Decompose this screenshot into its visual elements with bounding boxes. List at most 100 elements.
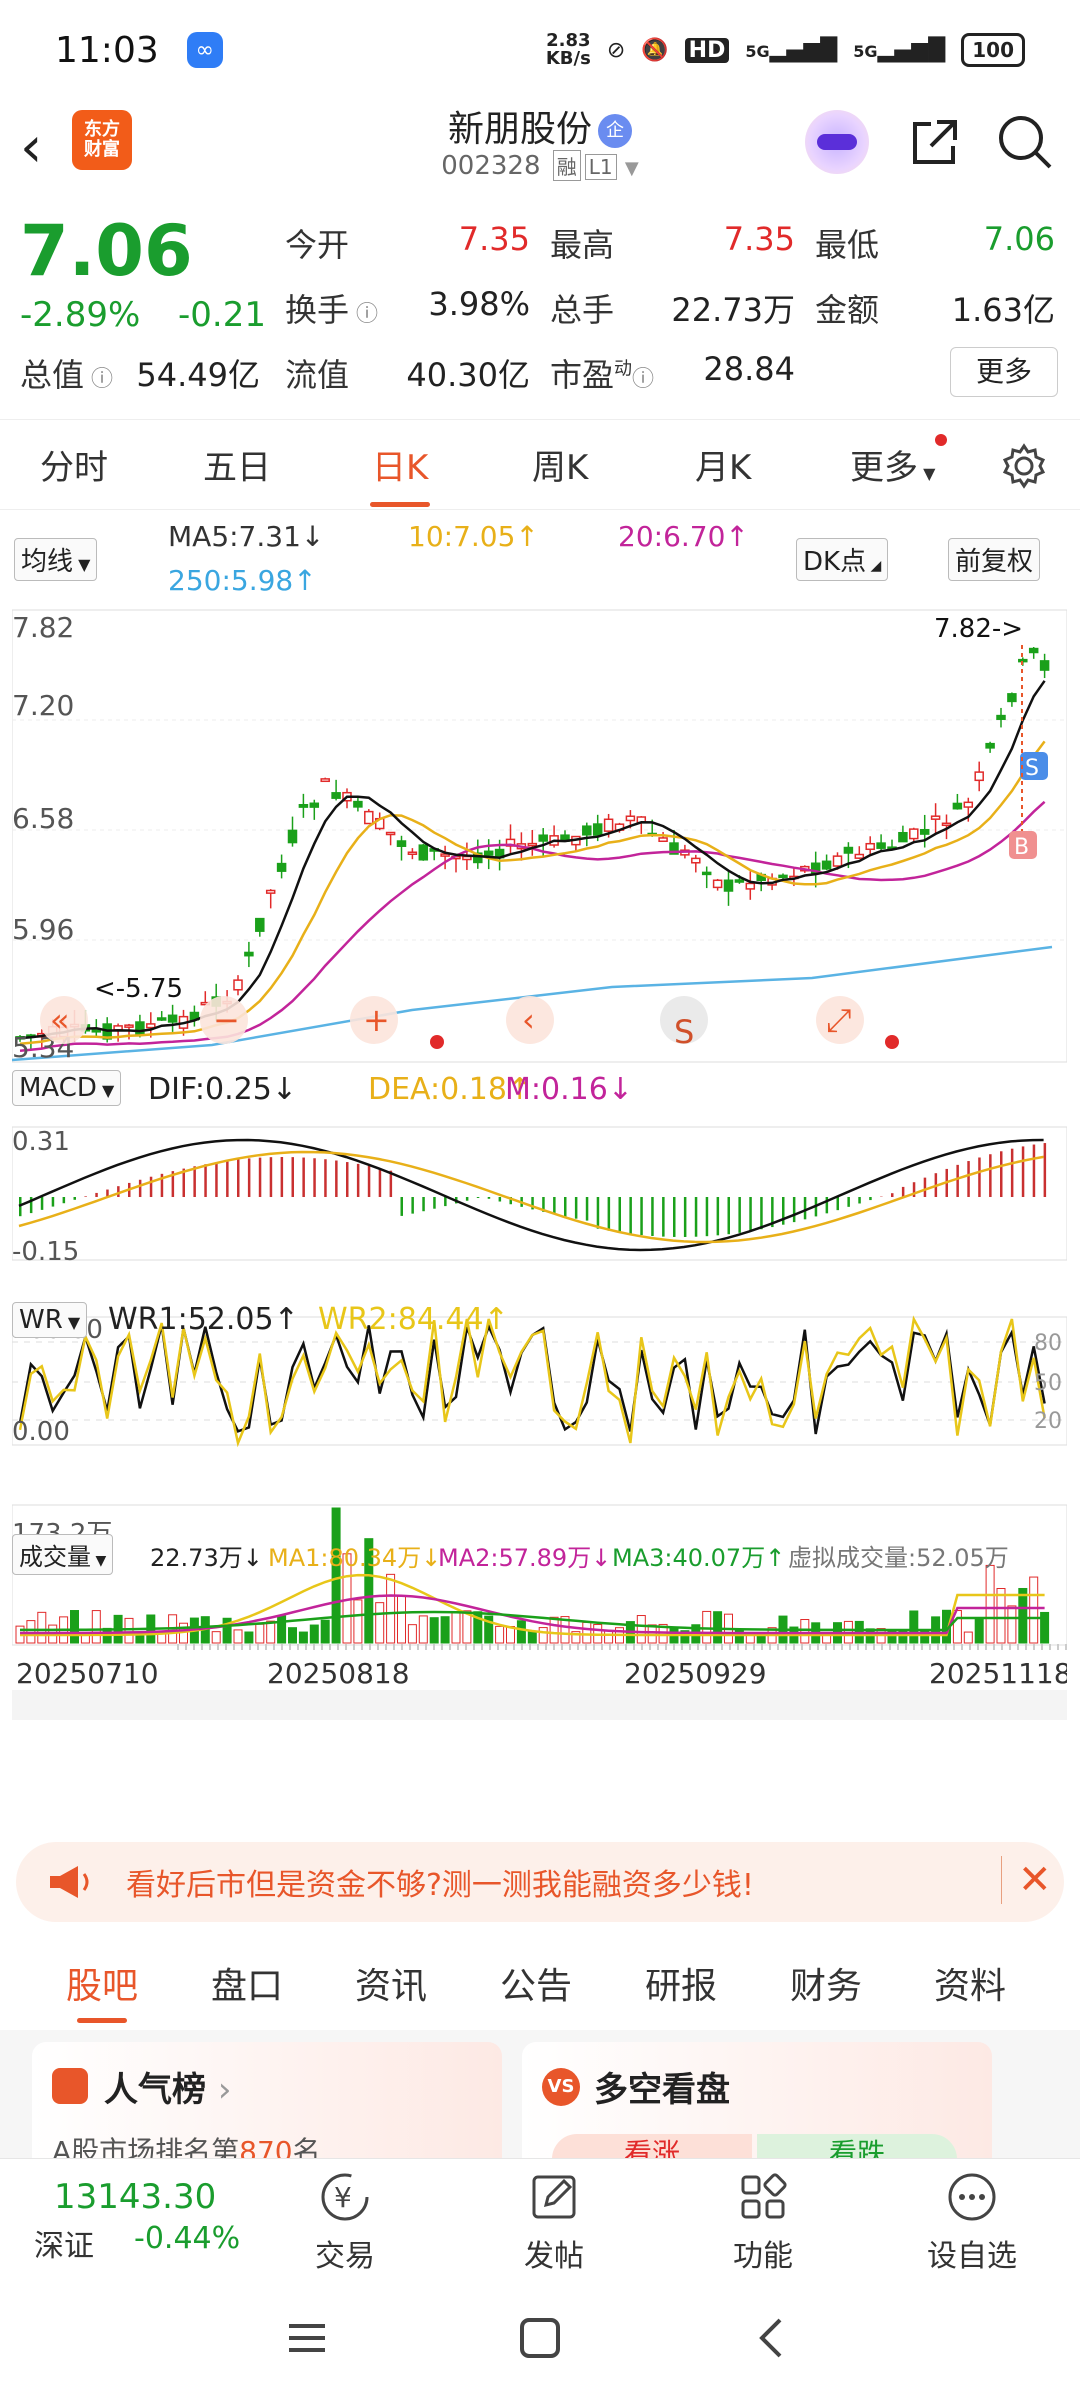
tab-research[interactable]: 研报	[645, 1957, 717, 2009]
amount-value: 1.63亿	[951, 291, 1055, 329]
volume-bar	[985, 1564, 995, 1644]
macd-bar	[258, 1157, 262, 1197]
volume-bar	[277, 1615, 287, 1644]
search-icon[interactable]	[995, 112, 1055, 172]
adjust-button[interactable]: 前复权	[948, 538, 1041, 581]
more-quote-button[interactable]: 更多	[950, 347, 1058, 397]
ma-selector[interactable]: 均线 ▼	[14, 538, 98, 581]
tab-more[interactable]: 更多 ▼	[850, 440, 935, 489]
tab-weekly-k[interactable]: 周K	[532, 440, 588, 489]
macd-bar	[673, 1197, 676, 1237]
volume-ma2-value: MA2:57.89万↓	[438, 1544, 612, 1572]
settings-gear-icon[interactable]	[1000, 442, 1048, 490]
volume-bar	[255, 1623, 265, 1644]
share-icon[interactable]	[905, 112, 965, 172]
macd-bar	[574, 1197, 578, 1219]
macd-bar	[989, 1154, 992, 1197]
volume-selector[interactable]: 成交量 ▼	[12, 1534, 114, 1575]
candle-body	[1007, 693, 1017, 703]
home-icon[interactable]	[518, 2316, 562, 2360]
nav-post[interactable]: 发帖	[494, 2169, 614, 2275]
macd-bar	[313, 1158, 316, 1197]
tab-guba[interactable]: 股吧	[66, 1957, 138, 2023]
tab-news[interactable]: 资讯	[355, 1957, 427, 2009]
macd-bar	[596, 1197, 600, 1229]
candle-body	[985, 742, 995, 749]
hd-icon: HD	[684, 37, 730, 63]
wr-20-label: 20	[1034, 1409, 1062, 1434]
macd-bar	[978, 1157, 981, 1197]
candle-body	[385, 831, 396, 836]
volume-bar	[124, 1617, 134, 1644]
tab-announcement[interactable]: 公告	[500, 1957, 572, 2009]
battery-icon: 100	[961, 33, 1025, 67]
info-icon: ⓘ	[84, 367, 114, 392]
tab-five-day[interactable]: 五日	[203, 440, 271, 489]
volume-bar	[244, 1631, 254, 1644]
recent-apps-icon[interactable]	[285, 2318, 329, 2358]
macd-bar	[367, 1165, 371, 1197]
macd-bar	[629, 1197, 632, 1234]
tab-finance[interactable]: 财务	[790, 1957, 862, 2009]
ai-assistant-avatar[interactable]	[805, 110, 869, 174]
macd-bar	[95, 1192, 98, 1197]
volume-bar	[527, 1630, 537, 1644]
macd-bar	[901, 1186, 905, 1197]
nav-trade[interactable]: ¥ 交易	[285, 2169, 405, 2275]
macd-bar	[847, 1197, 850, 1207]
candle-body	[843, 846, 854, 854]
tab-profile[interactable]: 资料	[934, 1957, 1006, 2009]
volume-legend: 成交量 ▼ 22.73万↓ MA1:80.34万↓ MA2:57.89万↓ MA…	[0, 1534, 1080, 1575]
popularity-title: 人气榜 ›	[104, 2070, 232, 2110]
stock-charts[interactable]: 7.82 7.20 6.58 5.96 5.34 7.82-> <-5.75 S…	[12, 605, 1067, 1825]
volume-bar	[91, 1610, 101, 1644]
volume-bar	[636, 1615, 646, 1644]
edit-icon	[532, 2175, 576, 2219]
macd-bar	[302, 1157, 305, 1197]
dk-point-button[interactable]: DK点 ◢	[796, 538, 889, 581]
nav-watchlist[interactable]: 设自选	[912, 2169, 1032, 2275]
volume-bar	[963, 1631, 973, 1644]
kline-grid	[12, 719, 1067, 941]
hotspot-icon: ⊘	[606, 37, 626, 63]
volume-bar	[309, 1624, 319, 1644]
tab-daily-k[interactable]: 日K	[370, 440, 431, 507]
macd-bar	[716, 1197, 720, 1236]
back-button[interactable]: ‹	[20, 120, 70, 180]
tab-intraday[interactable]: 分时	[40, 440, 108, 489]
macd-bar	[1000, 1151, 1003, 1197]
candle-body	[255, 917, 265, 932]
macd-bar	[585, 1197, 589, 1221]
volume-value: 22.73万↓	[150, 1544, 263, 1572]
macd-bar	[727, 1197, 730, 1235]
y-label-max: 7.82	[12, 611, 74, 644]
candle-body	[396, 840, 407, 847]
back-nav-icon[interactable]	[752, 2316, 792, 2360]
index-value[interactable]: 13143.30	[54, 2177, 216, 2217]
wr-selector[interactable]: WR ▼	[12, 1302, 88, 1338]
candle-body	[778, 874, 788, 879]
macd-bar	[51, 1197, 55, 1207]
tab-monthly-k[interactable]: 月K	[695, 440, 751, 489]
close-icon[interactable]: ✕	[1001, 1856, 1052, 1904]
macd-bar	[967, 1161, 970, 1197]
volume-bar	[320, 1619, 330, 1644]
volume-bar	[538, 1627, 548, 1644]
macd-bar	[280, 1157, 284, 1197]
level-tag: L1	[584, 154, 617, 180]
nav-function[interactable]: 功能	[703, 2169, 823, 2275]
macd-frame	[12, 1126, 1067, 1261]
mktcap-label: 总值 ⓘ	[20, 356, 114, 394]
financing-banner[interactable]: 看好后市但是资金不够?测一测我能融资多少钱! ✕	[16, 1842, 1064, 1922]
expand-control: ⤢	[826, 1001, 852, 1039]
macd-bar	[356, 1163, 360, 1197]
macd-bar	[760, 1197, 763, 1230]
macd-bar	[411, 1197, 414, 1214]
macd-selector[interactable]: MACD ▼	[12, 1070, 122, 1106]
macd-bar	[247, 1158, 251, 1197]
macd-bar	[433, 1197, 436, 1209]
macd-bar	[269, 1157, 273, 1197]
volume-bar	[70, 1610, 79, 1644]
tab-pankou[interactable]: 盘口	[211, 1957, 283, 2009]
macd-bar	[694, 1197, 698, 1237]
